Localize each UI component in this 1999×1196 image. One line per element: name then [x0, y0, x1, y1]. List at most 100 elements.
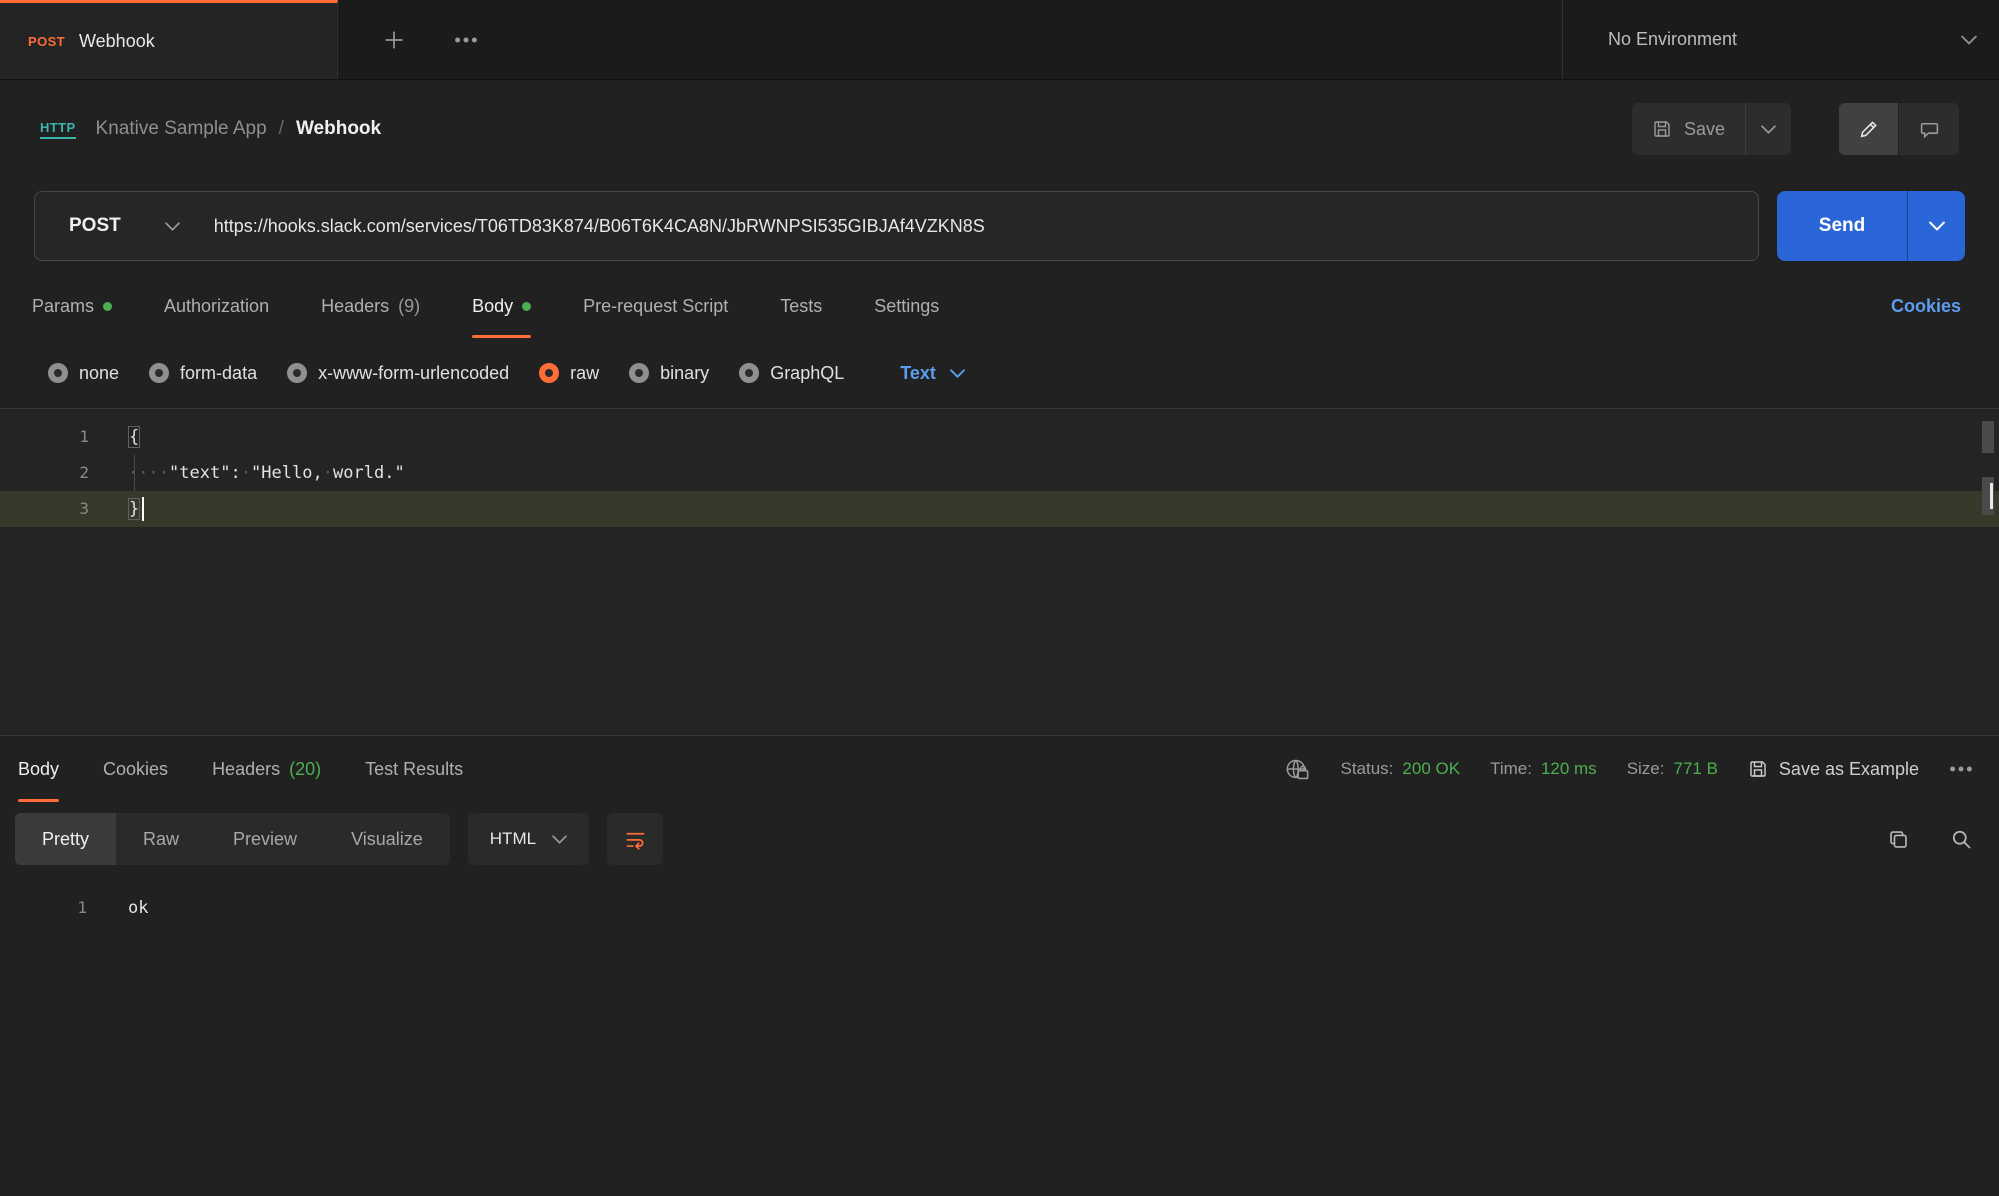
radio-circle-icon: [149, 363, 169, 383]
time-label: Time:: [1490, 759, 1532, 779]
url-input[interactable]: https://hooks.slack.com/services/T06TD83…: [214, 216, 1758, 237]
request-header: HTTP Knative Sample App / Webhook Save: [0, 80, 1999, 178]
response-tab-headers[interactable]: Headers (20): [212, 736, 321, 802]
plus-icon: [382, 28, 406, 52]
radio-circle-icon: [287, 363, 307, 383]
view-mode-switch: Pretty Raw Preview Visualize: [15, 813, 450, 865]
status-value: 200 OK: [1402, 759, 1460, 779]
environment-selector[interactable]: No Environment: [1562, 0, 1999, 79]
tab-label: Body: [472, 296, 513, 317]
chevron-down-icon: [165, 222, 180, 231]
save-as-example-button[interactable]: Save as Example: [1748, 759, 1919, 780]
save-label: Save: [1684, 119, 1725, 140]
radio-form-data[interactable]: form-data: [149, 363, 257, 384]
tab-tests[interactable]: Tests: [780, 274, 822, 338]
scrollbar-mark: [1982, 421, 1994, 453]
breadcrumb-request-name[interactable]: Webhook: [296, 118, 381, 140]
params-active-dot: [103, 302, 112, 311]
tab-title: Webhook: [79, 31, 155, 52]
view-mode-pretty[interactable]: Pretty: [15, 813, 116, 865]
response-options-button[interactable]: [1949, 765, 1973, 773]
request-tab[interactable]: POST Webhook: [0, 0, 338, 79]
format-label: HTML: [490, 829, 536, 849]
response-format-selector[interactable]: HTML: [468, 813, 589, 865]
code-line[interactable]: 2 ····"text":·"Hello,·world.": [0, 455, 1999, 491]
radio-raw[interactable]: raw: [539, 363, 599, 384]
comment-icon: [1919, 119, 1940, 140]
request-body-editor[interactable]: 1 { 2 ····"text":·"Hello,·world." 3 }: [0, 408, 1999, 736]
tab-authorization[interactable]: Authorization: [164, 274, 269, 338]
radio-circle-icon: [629, 363, 649, 383]
network-info-button[interactable]: [1284, 757, 1310, 781]
size-indicator: Size: 771 B: [1627, 759, 1718, 779]
radio-label: form-data: [180, 363, 257, 384]
response-body[interactable]: 1 ok: [0, 876, 1999, 928]
radio-graphql[interactable]: GraphQL: [739, 363, 844, 384]
tab-headers[interactable]: Headers (9): [321, 274, 420, 338]
tab-label: Settings: [874, 296, 939, 317]
search-response-button[interactable]: [1950, 828, 1973, 851]
radio-none[interactable]: none: [48, 363, 119, 384]
line-number: 2: [0, 455, 89, 491]
method-selector[interactable]: POST: [35, 215, 214, 237]
response-tab-test-results[interactable]: Test Results: [365, 736, 463, 802]
body-active-dot: [522, 302, 531, 311]
radio-circle-icon: [739, 363, 759, 383]
indent-guide: [134, 455, 135, 491]
comments-button[interactable]: [1899, 103, 1959, 155]
radio-x-www-form-urlencoded[interactable]: x-www-form-urlencoded: [287, 363, 509, 384]
line-number: 1: [0, 419, 89, 455]
breadcrumb-separator: /: [279, 118, 284, 140]
more-options-icon: [1949, 765, 1973, 773]
response-text: ok: [128, 888, 148, 928]
raw-language-selector[interactable]: Text: [900, 363, 965, 384]
save-as-example-label: Save as Example: [1779, 759, 1919, 780]
copy-response-button[interactable]: [1887, 828, 1910, 851]
copy-icon: [1887, 828, 1910, 851]
tab-options-button[interactable]: [454, 36, 478, 44]
breadcrumb-collection[interactable]: Knative Sample App: [96, 118, 267, 140]
save-button[interactable]: Save: [1632, 103, 1745, 155]
view-mode-visualize[interactable]: Visualize: [324, 813, 450, 865]
code-text: {: [128, 426, 140, 448]
network-globe-icon: [1284, 757, 1310, 781]
status-indicator: Status: 200 OK: [1340, 759, 1460, 779]
cookies-link[interactable]: Cookies: [1891, 296, 1961, 317]
response-tab-body[interactable]: Body: [18, 736, 59, 802]
more-options-icon: [454, 36, 478, 44]
view-mode-raw[interactable]: Raw: [116, 813, 206, 865]
wrap-text-button[interactable]: [607, 813, 663, 865]
chevron-down-icon: [950, 369, 965, 378]
response-toolbar: Pretty Raw Preview Visualize HTML: [0, 802, 1999, 876]
headers-count: (9): [398, 296, 420, 317]
send-button[interactable]: Send: [1777, 191, 1907, 261]
chevron-down-icon: [1761, 125, 1776, 134]
size-value: 771 B: [1673, 759, 1717, 779]
url-bar: POST https://hooks.slack.com/services/T0…: [34, 191, 1759, 261]
size-label: Size:: [1627, 759, 1665, 779]
radio-circle-icon: [48, 363, 68, 383]
chevron-down-icon: [1929, 221, 1945, 231]
response-tabs: Body Cookies Headers (20) Test Results S…: [0, 736, 1999, 802]
save-icon: [1748, 759, 1768, 779]
send-options-button[interactable]: [1907, 191, 1965, 261]
tab-label: Cookies: [103, 759, 168, 780]
tab-label: Headers: [212, 759, 280, 780]
edit-documentation-button[interactable]: [1839, 103, 1899, 155]
tab-label: Test Results: [365, 759, 463, 780]
save-options-button[interactable]: [1745, 103, 1791, 155]
tab-pre-request-script[interactable]: Pre-request Script: [583, 274, 728, 338]
method-label: POST: [69, 215, 121, 237]
status-label: Status:: [1340, 759, 1393, 779]
view-mode-preview[interactable]: Preview: [206, 813, 324, 865]
code-line-active[interactable]: 3 }: [0, 491, 1999, 527]
code-line[interactable]: 1 {: [0, 419, 1999, 455]
editor-scrollbar[interactable]: [1982, 421, 1994, 515]
new-tab-button[interactable]: [382, 28, 406, 52]
radio-binary[interactable]: binary: [629, 363, 709, 384]
tab-settings[interactable]: Settings: [874, 274, 939, 338]
tab-body[interactable]: Body: [472, 274, 531, 338]
response-tab-cookies[interactable]: Cookies: [103, 736, 168, 802]
tab-params[interactable]: Params: [32, 274, 112, 338]
scrollbar-mark-cursor: [1982, 477, 1994, 515]
